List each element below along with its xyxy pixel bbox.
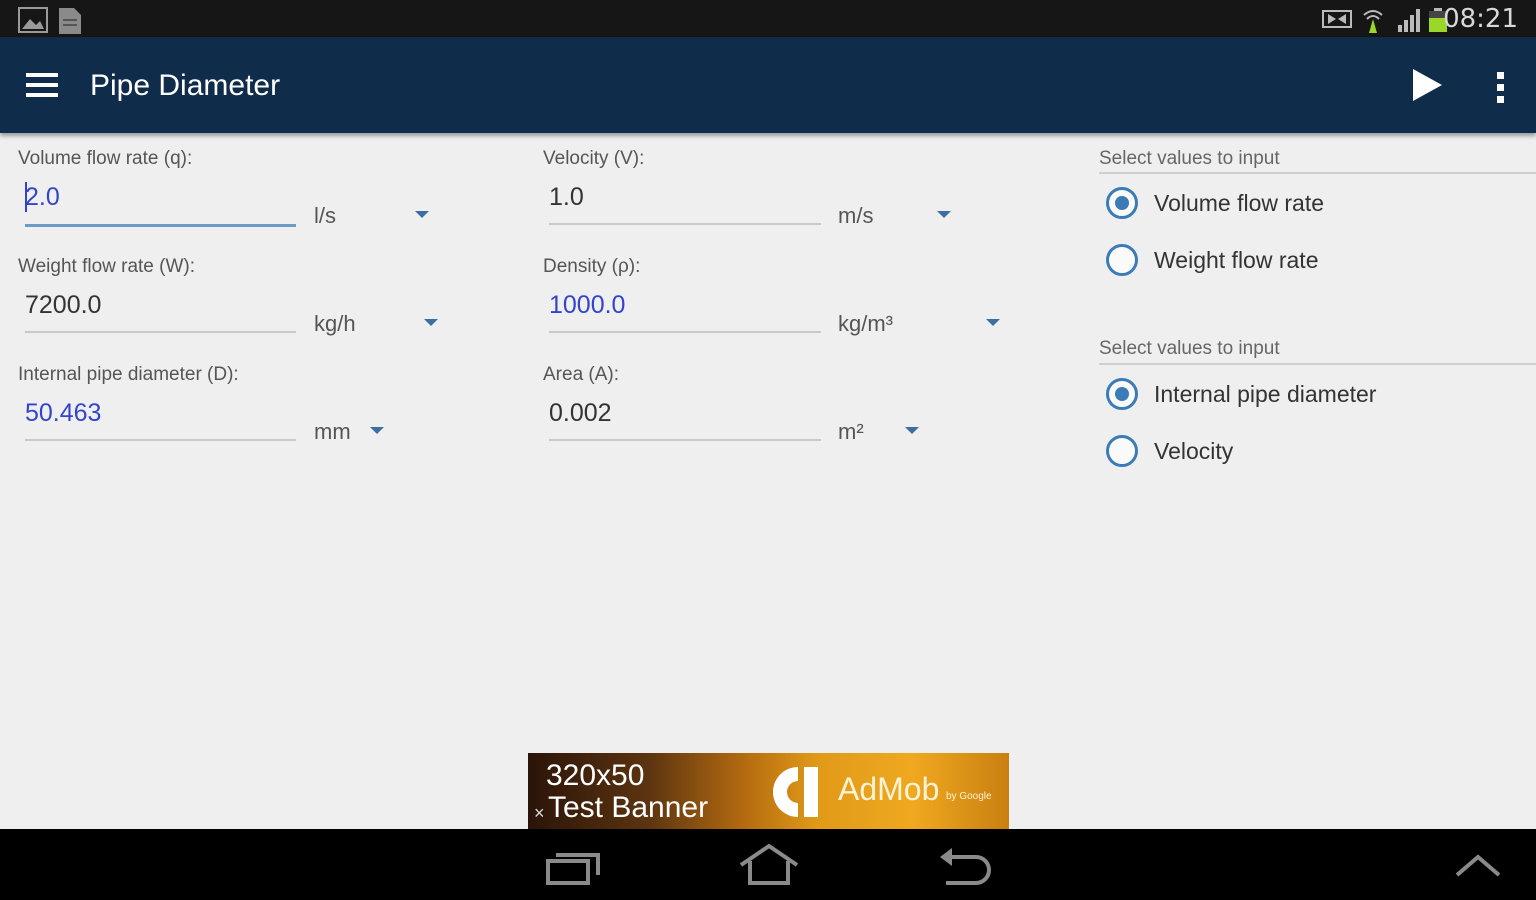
document-notification-icon — [59, 8, 81, 34]
menu-icon[interactable] — [26, 73, 58, 97]
ad-size-text: 320x50 — [546, 759, 645, 792]
radio-label-weight-flow[interactable]: Weight flow rate — [1154, 247, 1318, 274]
velocity-label: Velocity (V): — [543, 148, 645, 169]
radio-label-velocity[interactable]: Velocity — [1154, 438, 1233, 465]
recent-apps-icon[interactable] — [546, 847, 602, 885]
radio-weight-flow[interactable] — [1106, 244, 1138, 276]
pipe-diameter-unit-select[interactable]: mm — [314, 419, 351, 445]
section-divider — [1099, 172, 1536, 174]
section-heading: Select values to input — [1099, 148, 1280, 169]
area-unit-select[interactable]: m² — [838, 419, 864, 445]
ad-by-text: by Google — [946, 791, 992, 802]
volume-flow-label: Volume flow rate (q): — [18, 148, 193, 169]
volume-flow-underline — [25, 224, 296, 227]
radio-pipe-diameter[interactable] — [1106, 378, 1138, 410]
density-dropdown-icon[interactable] — [986, 319, 1000, 326]
radio-label-volume-flow[interactable]: Volume flow rate — [1154, 190, 1324, 217]
weight-flow-unit-select[interactable]: kg/h — [314, 311, 356, 337]
area-underline — [549, 439, 821, 441]
pipe-diameter-underline — [25, 439, 296, 441]
radio-volume-flow[interactable] — [1106, 187, 1138, 219]
ad-banner[interactable]: 320x50 Test Banner × AdMob by Google — [528, 753, 1009, 829]
density-input[interactable]: 1000.0 — [549, 291, 625, 320]
weight-flow-dropdown-icon[interactable] — [424, 319, 438, 326]
weight-flow-label: Weight flow rate (W): — [18, 256, 196, 277]
radio-selected-dot — [1115, 196, 1129, 210]
density-underline — [549, 331, 821, 333]
gallery-notification-icon — [18, 7, 48, 33]
volume-flow-input[interactable]: 2.0 — [25, 183, 60, 212]
volume-flow-dropdown-icon[interactable] — [415, 211, 429, 218]
media-notification-icon — [1322, 10, 1352, 28]
volume-flow-unit-select[interactable]: l/s — [314, 203, 336, 229]
navigation-bar — [0, 829, 1536, 900]
weight-flow-input[interactable]: 7200.0 — [25, 291, 101, 320]
ad-title-text: Test Banner — [548, 791, 709, 824]
weight-flow-underline — [25, 331, 296, 333]
overflow-icon[interactable] — [1490, 71, 1512, 105]
status-bar: 08:21 — [0, 0, 1536, 37]
home-icon[interactable] — [738, 843, 800, 885]
radio-selected-dot — [1115, 387, 1129, 401]
expand-up-icon[interactable] — [1454, 853, 1502, 879]
density-unit-select[interactable]: kg/m³ — [838, 311, 893, 337]
section-divider — [1099, 363, 1536, 365]
velocity-unit-select[interactable]: m/s — [838, 203, 873, 229]
pipe-diameter-dropdown-icon[interactable] — [370, 427, 384, 434]
ad-close-icon[interactable]: × — [534, 803, 545, 824]
pipe-diameter-label: Internal pipe diameter (D): — [18, 364, 239, 385]
section-heading: Select values to input — [1099, 338, 1280, 359]
signal-icon — [1398, 9, 1420, 32]
radio-label-pipe-diameter[interactable]: Internal pipe diameter — [1154, 381, 1376, 408]
page-title: Pipe Diameter — [90, 69, 281, 102]
area-label: Area (A): — [543, 364, 620, 385]
pipe-diameter-input[interactable]: 50.463 — [25, 399, 101, 428]
action-bar: Pipe Diameter — [0, 37, 1536, 133]
radio-velocity[interactable] — [1106, 435, 1138, 467]
velocity-underline — [549, 223, 821, 225]
density-label: Density (ρ): — [543, 256, 641, 277]
run-icon[interactable] — [1410, 67, 1444, 103]
area-dropdown-icon[interactable] — [905, 427, 919, 434]
status-time: 08:21 — [1443, 4, 1518, 34]
back-icon[interactable] — [938, 845, 992, 885]
velocity-input[interactable]: 1.0 — [549, 183, 584, 212]
area-input[interactable]: 0.002 — [549, 399, 612, 428]
ad-brand-text: AdMob — [838, 771, 940, 807]
wifi-icon — [1363, 10, 1383, 33]
admob-logo-icon — [772, 767, 818, 817]
velocity-dropdown-icon[interactable] — [937, 211, 951, 218]
